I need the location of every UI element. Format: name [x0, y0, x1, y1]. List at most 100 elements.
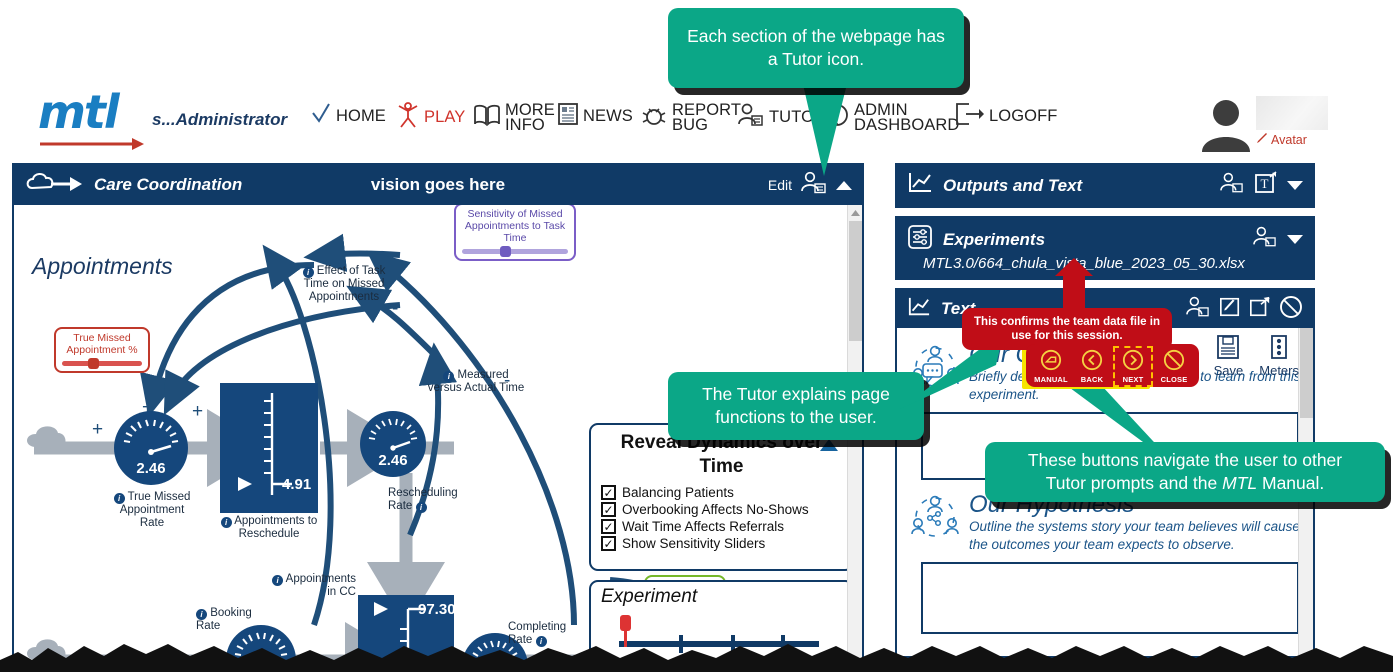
info-icon[interactable]: i — [113, 493, 125, 504]
tutor-manual-button[interactable]: MANUAL — [1034, 349, 1068, 384]
our-hypothesis-desc: Outline the systems story your team beli… — [969, 519, 1300, 552]
cloud-arrow-icon — [24, 170, 84, 201]
reveal-collapse-caret-icon[interactable] — [820, 439, 838, 451]
tutor-person-icon[interactable] — [1252, 226, 1278, 253]
text-tool-icon[interactable]: T — [1254, 171, 1278, 200]
stock-appointments-in-cc[interactable]: 97.30 — [358, 595, 456, 663]
gauge-dial-icon — [368, 418, 418, 451]
slider-true-missed-appointment-pct[interactable]: True Missed Appointment % — [54, 327, 150, 373]
stock-appointments-to-reschedule[interactable]: 4.91 — [220, 383, 318, 513]
logo-arrow-icon — [40, 138, 144, 150]
edit-button[interactable]: Edit — [768, 177, 792, 193]
reveal-item-balancing-patients[interactable]: ✓ Balancing Patients — [601, 485, 852, 500]
logo-text: mtl — [38, 85, 120, 139]
close-icon[interactable] — [1279, 295, 1303, 324]
info-icon[interactable]: i — [196, 609, 207, 620]
reveal-item-overbooking-affects-no-shows[interactable]: ✓ Overbooking Affects No-Shows — [601, 502, 852, 517]
nav-more-info-label-2: INFO — [505, 115, 545, 134]
scroll-thumb[interactable] — [849, 221, 862, 341]
chevron-right-icon — [1122, 349, 1144, 371]
tutor-back-button[interactable]: BACK — [1075, 349, 1109, 384]
link-sign-plus-3: + — [192, 401, 204, 422]
meters-button[interactable]: Meters — [1259, 334, 1299, 378]
info-icon[interactable]: i — [272, 575, 284, 586]
experiment-timeline-track[interactable] — [619, 641, 819, 647]
save-icon — [1217, 335, 1240, 359]
gauge-label-true-missed: i True Missed Appointment Rate — [106, 491, 198, 530]
info-icon[interactable]: i — [415, 502, 427, 513]
timeline-tick-1 — [679, 635, 683, 653]
nav-news[interactable]: NEWS — [557, 102, 633, 131]
avatar[interactable]: Avatar — [1198, 96, 1378, 156]
info-icon[interactable]: i — [302, 267, 314, 278]
timeline-handle[interactable] — [618, 615, 634, 654]
callout-text: Each section of the webpage has a Tutor … — [687, 26, 945, 69]
tutor-next-button[interactable]: NEXT — [1113, 346, 1153, 387]
tutor-person-icon[interactable] — [1185, 296, 1211, 323]
stock-value: 97.30 — [418, 601, 456, 618]
timeline-tick-2 — [731, 635, 735, 653]
nav-play[interactable]: PLAY — [396, 102, 465, 133]
checkbox[interactable]: ✓ — [601, 519, 616, 534]
info-icon[interactable]: i — [443, 371, 455, 382]
nav-more-info[interactable]: MORE INFO — [473, 101, 555, 134]
outputs-collapse-caret-icon[interactable] — [1287, 181, 1303, 190]
scroll-up-arrow[interactable] — [848, 205, 862, 221]
our-hypothesis-input[interactable] — [921, 562, 1299, 634]
svg-text:T: T — [1261, 176, 1269, 191]
link-sign-plus-2: + — [92, 419, 104, 440]
slider-label: True Missed Appointment % — [66, 332, 138, 356]
outputs-and-text-panel[interactable]: Outputs and Text T — [895, 163, 1315, 208]
stock-label: Appointments in CC — [285, 573, 356, 598]
book-icon — [473, 102, 501, 133]
tutor-person-icon[interactable] — [1219, 172, 1245, 199]
avatar-person-icon — [1202, 100, 1250, 152]
info-icon[interactable]: i — [535, 636, 547, 647]
slider-knob[interactable] — [500, 246, 511, 257]
callout-text-line2a: Tutor prompts and the — [1045, 473, 1223, 493]
reveal-dynamics-box: Reveal Dynamics over Time ✓ Balancing Pa… — [589, 423, 854, 571]
checkbox[interactable]: ✓ — [601, 502, 616, 517]
nav-home[interactable]: HOME — [310, 102, 386, 131]
nav-news-label: NEWS — [583, 107, 633, 125]
popout-icon[interactable] — [1249, 296, 1271, 323]
experiment-title: Experiment — [601, 586, 698, 607]
gauge-true-missed-appointment-rate[interactable]: 2.46 — [114, 411, 188, 485]
bug-icon — [640, 102, 668, 133]
slider-knob[interactable] — [88, 358, 99, 369]
chevron-left-icon — [1081, 349, 1103, 371]
edit-square-icon[interactable] — [1219, 296, 1241, 323]
gauge-rescheduling-rate[interactable]: 2.46 — [360, 411, 426, 477]
tutor-close-label: CLOSE — [1160, 375, 1188, 384]
experiments-panel[interactable]: Experiments MTL3.0/664_chula_vista_blue_… — [895, 216, 1315, 280]
scroll-thumb[interactable] — [1300, 328, 1313, 418]
nav-play-label: PLAY — [424, 108, 466, 126]
outputs-title: Outputs and Text — [943, 175, 1083, 195]
tutor-back-label: BACK — [1080, 375, 1104, 384]
running-person-icon — [396, 102, 420, 133]
reveal-item-show-sensitivity-sliders[interactable]: ✓ Show Sensitivity Sliders — [601, 536, 852, 551]
check-icon — [310, 102, 332, 131]
collapse-caret-icon[interactable] — [836, 180, 852, 190]
reveal-item-wait-time-affects-referrals[interactable]: ✓ Wait Time Affects Referrals — [601, 519, 852, 534]
tutor-nav-widget: MANUAL BACK NEXT CLOSE — [1026, 344, 1199, 387]
nav-report-bug[interactable]: REPORT BUG — [640, 101, 741, 133]
checkbox[interactable]: ✓ — [601, 536, 616, 551]
experiments-collapse-caret-icon[interactable] — [1287, 235, 1303, 244]
slider-sensitivity-missed-to-task-time[interactable]: Sensitivity of Missed Appointments to Ta… — [454, 205, 576, 261]
nav-logoff[interactable]: LOGOFF — [955, 102, 1057, 131]
app-header: mtl s...Administrator HOME PLAY MORE INF… — [0, 88, 1393, 160]
save-button[interactable]: Save — [1214, 334, 1243, 378]
info-icon[interactable]: i — [220, 517, 232, 528]
stock-label-appointments-to-reschedule: i Appointments to Reschedule — [217, 515, 321, 541]
tutor-person-icon — [737, 102, 765, 133]
book-link-icon — [1040, 349, 1062, 371]
tutor-close-button[interactable]: CLOSE — [1157, 349, 1191, 384]
current-user-label: s...Administrator — [152, 110, 288, 129]
checkbox[interactable]: ✓ — [601, 485, 616, 500]
mtl-logo[interactable]: mtl — [38, 85, 148, 152]
chart-icon — [907, 296, 931, 323]
avatar-edit-link[interactable]: Avatar — [1256, 132, 1307, 147]
hypothesis-group-icon — [909, 492, 961, 554]
reveal-item-label: Wait Time Affects Referrals — [622, 519, 785, 534]
